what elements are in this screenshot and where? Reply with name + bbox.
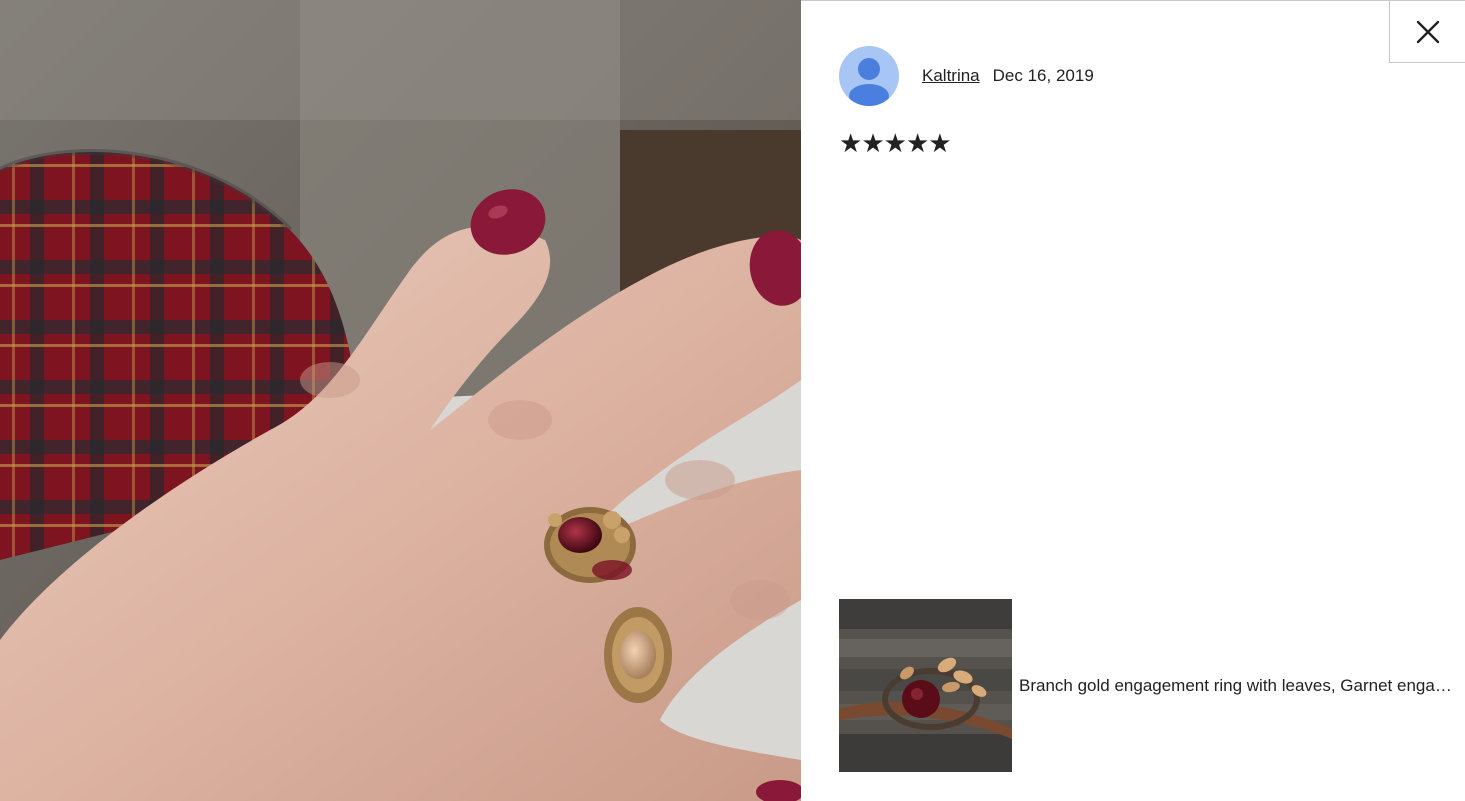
listing-title[interactable]: Branch gold engagement ring with leaves,… xyxy=(1019,676,1459,696)
avatar[interactable] xyxy=(839,46,899,106)
user-avatar-icon xyxy=(849,58,889,106)
star-icon: ★ xyxy=(928,129,951,159)
close-icon xyxy=(1416,20,1439,43)
listing-link[interactable]: Branch gold engagement ring with leaves,… xyxy=(839,599,1459,772)
star-rating: ★★★★★ xyxy=(839,129,952,159)
star-icon: ★ xyxy=(883,129,907,159)
close-button[interactable] xyxy=(1389,1,1465,63)
review-detail-panel: Kaltrina Dec 16, 2019 ★★★★★ Branch gold … xyxy=(801,0,1465,801)
star-icon: ★ xyxy=(839,129,862,159)
star-icon: ★ xyxy=(905,129,929,159)
reviewer-name-link[interactable]: Kaltrina xyxy=(922,66,980,86)
star-icon: ★ xyxy=(861,129,884,159)
review-header: Kaltrina Dec 16, 2019 xyxy=(839,46,1094,106)
review-photo xyxy=(0,0,801,801)
review-date: Dec 16, 2019 xyxy=(992,66,1094,85)
listing-thumbnail[interactable] xyxy=(839,599,1012,772)
